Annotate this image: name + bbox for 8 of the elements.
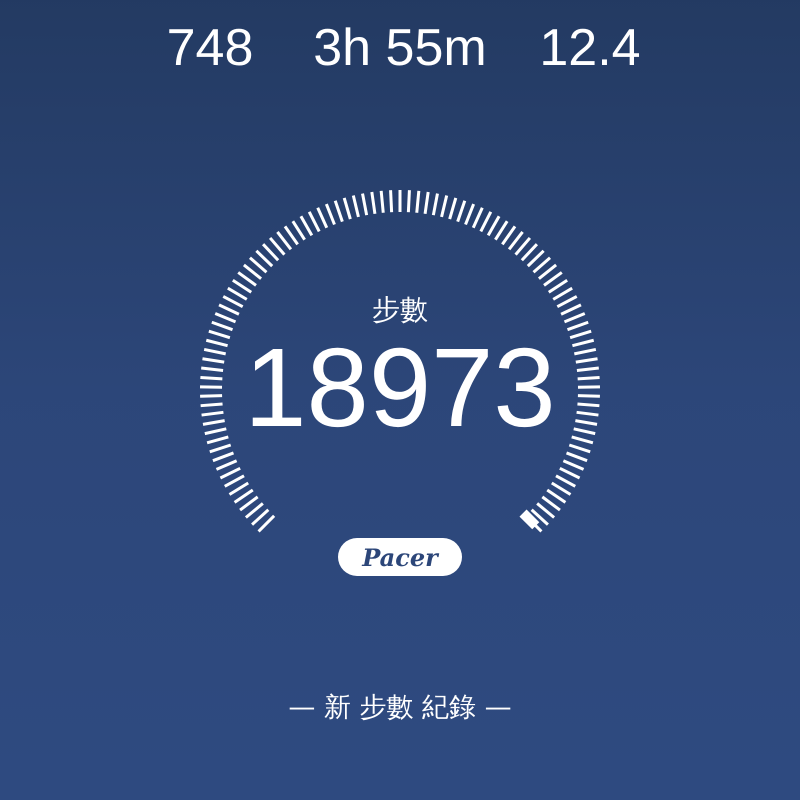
stat-value: 3h 55m — [313, 18, 487, 78]
gauge-label: 步數 — [372, 292, 428, 328]
step-count: 18973 — [244, 328, 556, 448]
record-title: — 新 步數 紀錄 — — [288, 691, 512, 725]
stat-value: 748 — [166, 18, 254, 78]
stat-value: 12.4 — [539, 18, 641, 78]
logo-badge: Pacer — [338, 538, 462, 576]
gauge-marker — [520, 510, 540, 530]
